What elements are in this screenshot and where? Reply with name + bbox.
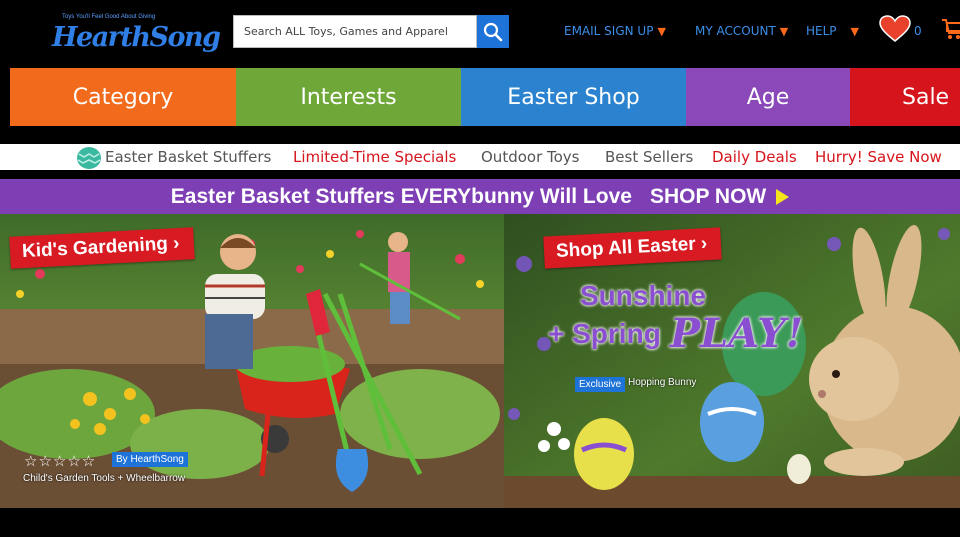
rating-stars: ☆☆☆☆☆ [24,452,97,470]
subnav-daily-deals[interactable]: Daily Deals [712,148,797,166]
email-signup-label: EMAIL SIGN UP [564,24,654,38]
easter-egg-icon [77,147,101,169]
nav-tab-label: Easter Shop [507,84,640,110]
nav-tab-interests[interactable]: Interests [236,68,461,126]
search-input[interactable] [233,15,477,48]
nav-tab-category[interactable]: Category [10,68,236,126]
subnav-outdoor-toys[interactable]: Outdoor Toys [481,148,580,166]
my-account-label: MY ACCOUNT [695,24,776,38]
subnav-best-sellers[interactable]: Best Sellers [605,148,693,166]
nav-tab-easter-shop[interactable]: Easter Shop [461,68,686,126]
logo-tagline: Toys You'll Feel Good About Giving [62,14,156,20]
wishlist-count: 0 [914,24,922,38]
subnav-limited-time-specials[interactable]: Limited-Time Specials [293,148,456,166]
search-bar [233,15,509,48]
by-hearthsong-badge: By HearthSong [112,452,188,467]
my-account-link[interactable]: MY ACCOUNT ▼ [695,24,788,38]
nav-tab-label: Age [746,84,790,110]
caret-down-icon: ▼ [779,25,789,38]
promo-banner[interactable]: Easter Basket Stuffers EVERYbunny Will L… [0,179,960,214]
hero-kids-gardening[interactable]: Kid's Gardening › ☆☆☆☆☆ By HearthSong Ch… [0,214,504,508]
nav-tab-sale[interactable]: Sale [850,68,960,126]
nav-tab-label: Interests [300,84,397,110]
main-nav: Category Interests Easter Shop Age Sale [0,66,960,130]
cart-icon[interactable] [940,16,960,42]
help-label: HELP [806,24,837,38]
logo-wordmark: HearthSong [52,22,221,53]
hero-shop-all-easter[interactable]: Shop All Easter › Sunshine + Spring PLAY… [504,214,960,508]
nav-tab-age[interactable]: Age [686,68,850,126]
promo-shop-now: SHOP NOW [649,184,767,208]
headline-sunshine: Sunshine [580,280,707,311]
search-button[interactable] [477,15,509,48]
play-arrow-icon [776,188,790,205]
email-signup-link[interactable]: EMAIL SIGN UP ▼ [564,24,666,38]
nav-tab-label: Category [72,84,174,110]
help-link[interactable]: HELP ▼ [806,24,859,38]
search-icon [483,22,503,41]
product-caption[interactable]: Hopping Bunny [628,377,696,388]
subnav-easter-basket-stuffers[interactable]: Easter Basket Stuffers [105,148,271,166]
product-caption[interactable]: Child's Garden Tools + Wheelbarrow [23,473,185,484]
headline-spring: + Spring [548,318,661,349]
caret-down-icon: ▼ [657,25,666,38]
promo-text: Easter Basket Stuffers EVERYbunny Will L… [170,184,632,208]
site-header: Toys You'll Feel Good About Giving Heart… [0,0,960,66]
exclusive-badge: Exclusive [575,377,626,392]
hearthsong-logo[interactable]: Toys You'll Feel Good About Giving Heart… [48,12,221,64]
headline-play: PLAY! [670,310,804,357]
subnav-hurry-save-now[interactable]: Hurry! Save Now [815,148,942,166]
nav-tab-label: Sale [902,84,950,110]
sub-nav: Easter Basket Stuffers Limited-Time Spec… [0,144,960,170]
wishlist-heart-icon[interactable] [879,15,911,43]
caret-down-icon: ▼ [850,25,859,38]
